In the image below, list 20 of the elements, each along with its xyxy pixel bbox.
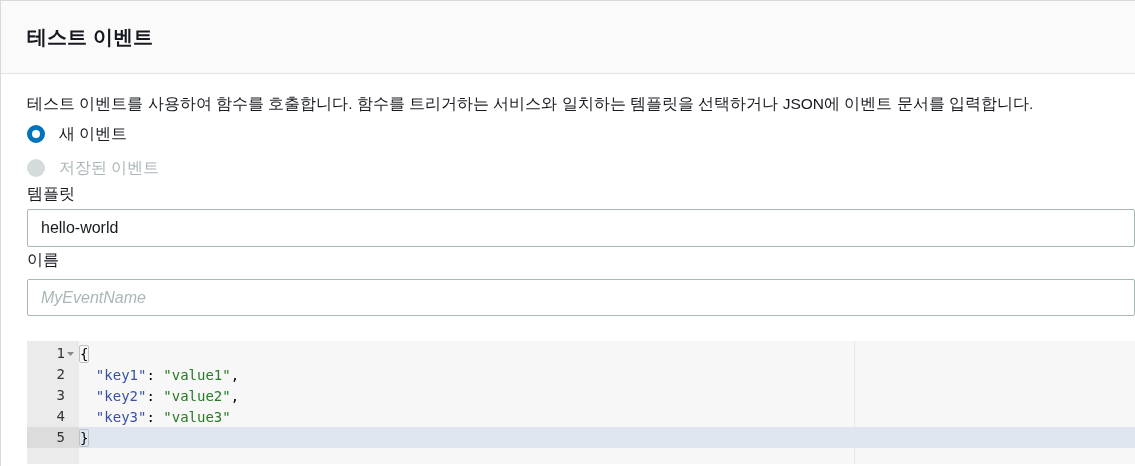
code-line: "key2": "value2", bbox=[94, 386, 240, 405]
radio-label: 저장된 이벤트 bbox=[59, 158, 160, 178]
field-label: 템플릿 bbox=[27, 184, 76, 204]
radio-label: 새 이벤트 bbox=[59, 124, 128, 144]
line-number: 2 bbox=[56, 365, 65, 384]
line-number: 5 bbox=[56, 428, 65, 447]
code-line: "key1": "value1", bbox=[94, 365, 240, 384]
description-text: 테스트 이벤트를 사용하여 함수를 호출합니다. 함수를 트리거하는 서비스와 일치하는 템플릿을 선택하거나 JSON에 이벤트 문서를 입력합니다. bbox=[27, 94, 1035, 114]
panel-title: 테스트 이벤트 bbox=[27, 25, 153, 50]
template-dropdown[interactable]: hello-world bbox=[27, 209, 1135, 247]
line-number: 3 bbox=[56, 386, 65, 405]
dropdown-value: hello-world bbox=[41, 218, 119, 238]
radio-button[interactable] bbox=[27, 125, 45, 143]
code-line: "key3": "value3" bbox=[94, 407, 231, 426]
code-editor[interactable]: 1 2 3 4 5 { "key1": "value1", "key2": "value2", "key3": "value3" } bbox=[27, 341, 1135, 464]
line-number: 4 bbox=[56, 407, 65, 426]
field-label: 이름 bbox=[27, 250, 60, 270]
line-number: 1 bbox=[56, 344, 65, 363]
fold-caret-icon[interactable] bbox=[67, 351, 74, 356]
event-name-input[interactable]: MyEventName bbox=[27, 279, 1135, 316]
